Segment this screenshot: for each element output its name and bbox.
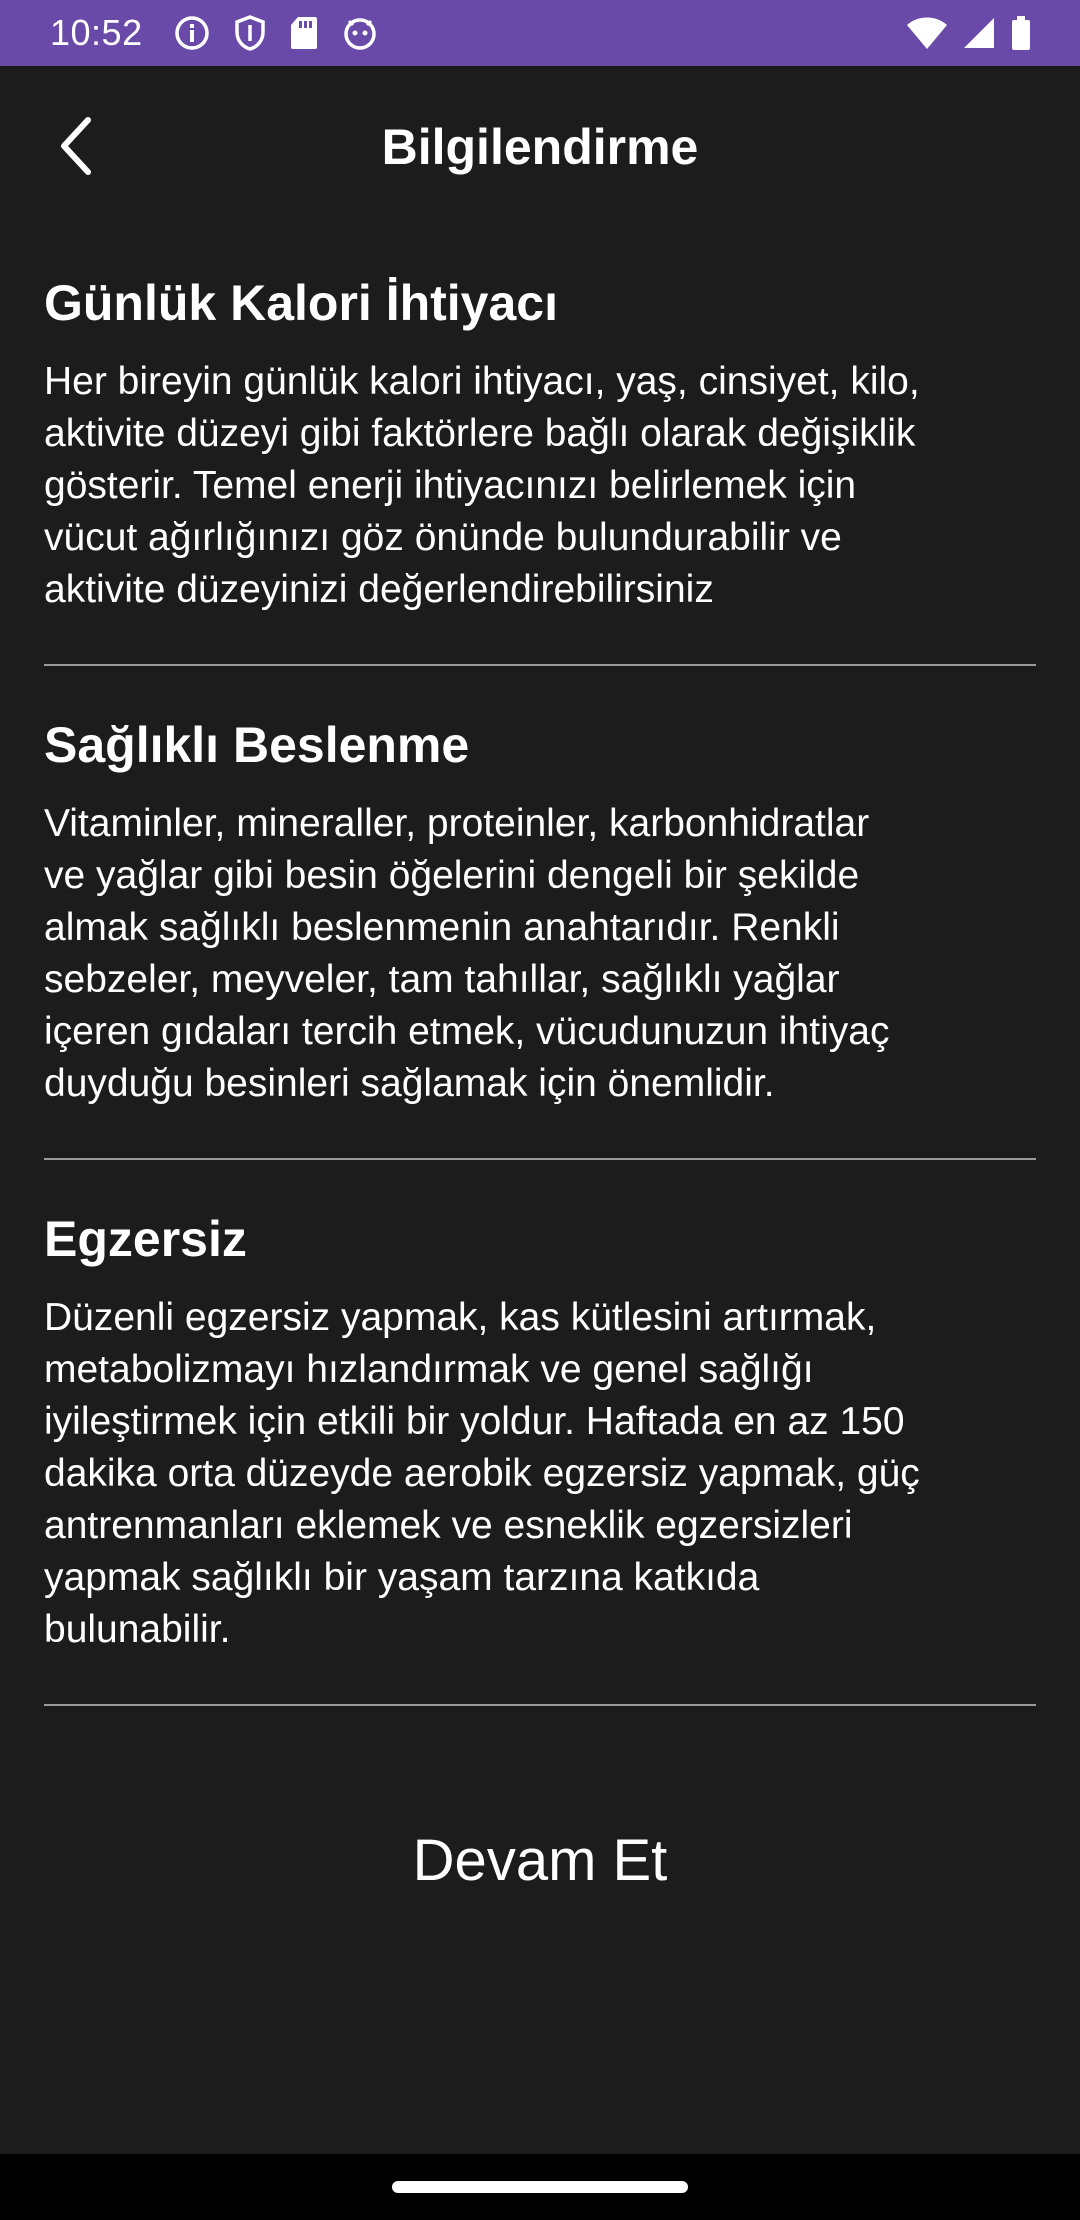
- home-indicator[interactable]: [392, 2181, 688, 2193]
- app-bar: Bilgilendirme: [0, 66, 1080, 226]
- section-title: Günlük Kalori İhtiyacı: [44, 275, 558, 331]
- section-title: Egzersiz: [44, 1211, 247, 1267]
- android-icon: [341, 15, 379, 51]
- divider: [44, 1704, 1036, 1706]
- body-line: Düzenli egzersiz yapmak, kas kütlesini a…: [44, 1296, 877, 1339]
- body-line: antrenmanları eklemek ve esneklik egzers…: [44, 1504, 853, 1547]
- status-icons-left: [173, 14, 379, 52]
- body-line: aktivite düzeyinizi değerlendirebilirsin…: [44, 568, 714, 611]
- section-title: Sağlıklı Beslenme: [44, 717, 470, 773]
- screen: 10:52 Bilgilendirme Günlük Kalori İhtiya…: [0, 0, 1080, 2220]
- battery-icon: [1010, 15, 1032, 51]
- body-line: Her bireyin günlük kalori ihtiyacı, yaş,…: [44, 360, 920, 403]
- body-line: bulunabilir.: [44, 1608, 231, 1651]
- body-line: dakika orta düzeyde aerobik egzersiz yap…: [44, 1452, 920, 1495]
- continue-button[interactable]: Devam Et: [0, 1810, 1080, 1910]
- divider: [44, 664, 1036, 666]
- body-line: Vitaminler, mineraller, proteinler, karb…: [44, 802, 870, 845]
- divider: [44, 1158, 1036, 1160]
- body-line: vücut ağırlığınızı göz önünde bulundurab…: [44, 516, 842, 559]
- body-line: içeren gıdaları tercih etmek, vücudunuzu…: [44, 1010, 890, 1053]
- section-exercise: Egzersiz Düzenli egzersiz yapmak, kas kü…: [44, 1204, 1036, 1656]
- wifi-icon: [906, 16, 948, 50]
- section-daily-calorie: Günlük Kalori İhtiyacı Her bireyin günlü…: [44, 268, 1036, 616]
- page-title: Bilgilendirme: [381, 119, 699, 175]
- body-line: sebzeler, meyveler, tam tahıllar, sağlık…: [44, 958, 840, 1001]
- section-body: Her bireyin günlük kalori ihtiyacı, yaş,…: [44, 356, 1036, 616]
- section-healthy-eating: Sağlıklı Beslenme Vitaminler, mineraller…: [44, 710, 1036, 1110]
- sd-card-icon: [289, 15, 319, 51]
- section-body: Düzenli egzersiz yapmak, kas kütlesini a…: [44, 1292, 1036, 1656]
- status-bar: 10:52: [0, 0, 1080, 66]
- body-line: gösterir. Temel enerji ihtiyacınızı beli…: [44, 464, 857, 507]
- status-time: 10:52: [50, 12, 143, 53]
- body-line: ve yağlar gibi besin öğelerini dengeli b…: [44, 854, 860, 897]
- signal-icon: [962, 16, 996, 50]
- body-line: iyileştirmek için etkili bir yoldur. Haf…: [44, 1400, 905, 1443]
- body-line: almak sağlıklı beslenmenin anahtarıdır. …: [44, 906, 840, 949]
- body-line: duyduğu besinleri sağlamak için önemlidi…: [44, 1062, 775, 1105]
- info-content: Günlük Kalori İhtiyacı Her bireyin günlü…: [44, 268, 1036, 1750]
- body-line: aktivite düzeyi gibi faktörlere bağlı ol…: [44, 412, 916, 455]
- status-icons-right: [906, 15, 1032, 51]
- body-line: metabolizmayı hızlandırmak ve genel sağl…: [44, 1348, 814, 1391]
- section-body: Vitaminler, mineraller, proteinler, karb…: [44, 798, 1036, 1110]
- body-line: yapmak sağlıklı bir yaşam tarzına katkıd…: [44, 1556, 760, 1599]
- info-icon: [173, 14, 211, 52]
- navigation-bar: [0, 2154, 1080, 2220]
- shield-icon: [233, 14, 267, 52]
